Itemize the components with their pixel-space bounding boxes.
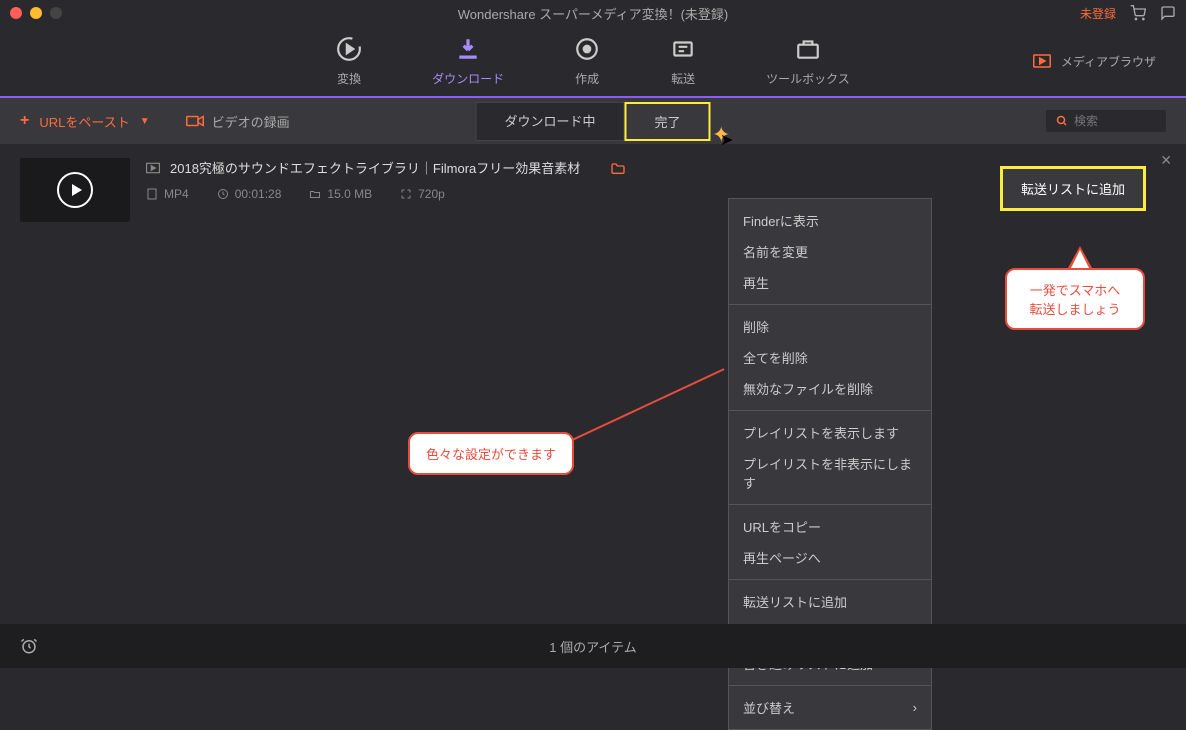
tab-complete[interactable]: 完了: [625, 102, 711, 141]
cart-icon[interactable]: [1130, 5, 1146, 21]
titlebar: Wondershare スーパーメディア変換！(未登録) 未登録: [0, 0, 1186, 26]
ctx-delete-all[interactable]: 全てを削除: [729, 342, 931, 373]
close-window-icon[interactable]: [10, 7, 22, 19]
convert-icon: [336, 36, 362, 62]
item-thumbnail[interactable]: [20, 158, 130, 222]
ctx-copy-url[interactable]: URLをコピー: [729, 511, 931, 542]
resolution-icon: [400, 188, 412, 200]
add-to-transfer-button[interactable]: 転送リストに追加: [1000, 166, 1146, 211]
ctx-delete-invalid[interactable]: 無効なファイルを削除: [729, 373, 931, 404]
ctx-show-in-finder[interactable]: Finderに表示: [729, 205, 931, 236]
plus-icon: +: [20, 112, 29, 130]
unregistered-label[interactable]: 未登録: [1080, 5, 1116, 22]
window-controls: [10, 7, 62, 19]
annotation-callout-settings: 色々な設定ができます: [408, 432, 574, 475]
annotation-callout-transfer: 一発でスマホへ 転送しましょう: [1005, 268, 1145, 330]
nav-create[interactable]: 作成: [574, 36, 600, 87]
record-video-label: ビデオの録画: [212, 112, 290, 131]
annotation-tail: [1068, 246, 1092, 268]
paste-url-button[interactable]: + URLをペースト ▼: [20, 112, 150, 131]
maximize-window-icon[interactable]: [50, 7, 62, 19]
media-browser-icon: [1033, 54, 1051, 68]
media-browser-label: メディアブラウザ: [1061, 53, 1156, 70]
clock-icon: [217, 188, 229, 200]
search-input[interactable]: [1074, 114, 1154, 128]
item-size: 15.0 MB: [309, 187, 372, 201]
video-file-icon: [146, 162, 160, 174]
nav-transfer[interactable]: 転送: [670, 36, 696, 87]
statusbar: 1 個のアイテム: [0, 624, 1186, 668]
nav-transfer-label: 転送: [671, 70, 695, 87]
chevron-right-icon: ›: [913, 700, 917, 715]
nav-convert[interactable]: 変換: [336, 36, 362, 87]
item-resolution: 720p: [400, 187, 445, 201]
ctx-delete[interactable]: 削除: [729, 311, 931, 342]
nav-toolbox-label: ツールボックス: [766, 70, 850, 87]
nav-download[interactable]: ダウンロード: [432, 36, 504, 87]
close-item-icon[interactable]: ✕: [1160, 152, 1172, 169]
ctx-sort[interactable]: 並び替え›: [729, 692, 931, 723]
download-icon: [455, 36, 481, 62]
tab-downloading[interactable]: ダウンロード中: [475, 102, 624, 141]
media-browser-button[interactable]: メディアブラウザ: [1033, 53, 1156, 70]
transfer-icon: [670, 36, 696, 62]
status-item-count: 1 個のアイテム: [549, 637, 637, 656]
search-box[interactable]: [1046, 110, 1166, 132]
file-icon: [146, 188, 158, 200]
content-area: 2018究極のサウンドエフェクトライブラリ｜Filmoraフリー効果音素材 MP…: [0, 144, 1186, 624]
ctx-add-transfer[interactable]: 転送リストに追加: [729, 586, 931, 617]
comment-icon[interactable]: [1160, 5, 1176, 21]
ctx-play[interactable]: 再生: [729, 267, 931, 298]
toolbox-icon: [795, 36, 821, 62]
window-title: Wondershare スーパーメディア変換！(未登録): [458, 4, 729, 23]
download-item-row[interactable]: 2018究極のサウンドエフェクトライブラリ｜Filmoraフリー効果音素材 MP…: [0, 144, 1186, 236]
minimize-window-icon[interactable]: [30, 7, 42, 19]
record-video-button[interactable]: ビデオの録画: [186, 112, 290, 131]
folder-small-icon: [309, 188, 321, 200]
folder-icon[interactable]: [610, 161, 626, 175]
create-icon: [574, 36, 600, 62]
nav-download-label: ダウンロード: [432, 70, 504, 87]
alarm-clock-icon[interactable]: [20, 637, 38, 655]
ctx-rename[interactable]: 名前を変更: [729, 236, 931, 267]
nav-toolbox[interactable]: ツールボックス: [766, 36, 850, 87]
chevron-down-icon: ▼: [140, 116, 150, 127]
item-title: 2018究極のサウンドエフェクトライブラリ｜Filmoraフリー効果音素材: [170, 158, 580, 177]
play-icon: [57, 172, 93, 208]
ctx-playback-page[interactable]: 再生ページへ: [729, 542, 931, 573]
main-navigation: 変換 ダウンロード 作成 転送 ツールボックス メディアブラウザ: [0, 26, 1186, 98]
annotation-line: [570, 368, 725, 442]
search-icon: [1056, 115, 1068, 127]
item-duration: 00:01:28: [217, 187, 282, 201]
toolbar: + URLをペースト ▼ ビデオの録画 ダウンロード中 完了: [0, 98, 1186, 144]
ctx-hide-playlist[interactable]: プレイリストを非表示にします: [729, 448, 931, 498]
ctx-show-playlist[interactable]: プレイリストを表示します: [729, 417, 931, 448]
nav-create-label: 作成: [575, 70, 599, 87]
tab-group: ダウンロード中 完了: [475, 102, 710, 141]
nav-convert-label: 変換: [337, 70, 361, 87]
paste-url-label: URLをペースト: [39, 112, 129, 131]
video-camera-icon: [186, 114, 204, 128]
item-format: MP4: [146, 187, 189, 201]
